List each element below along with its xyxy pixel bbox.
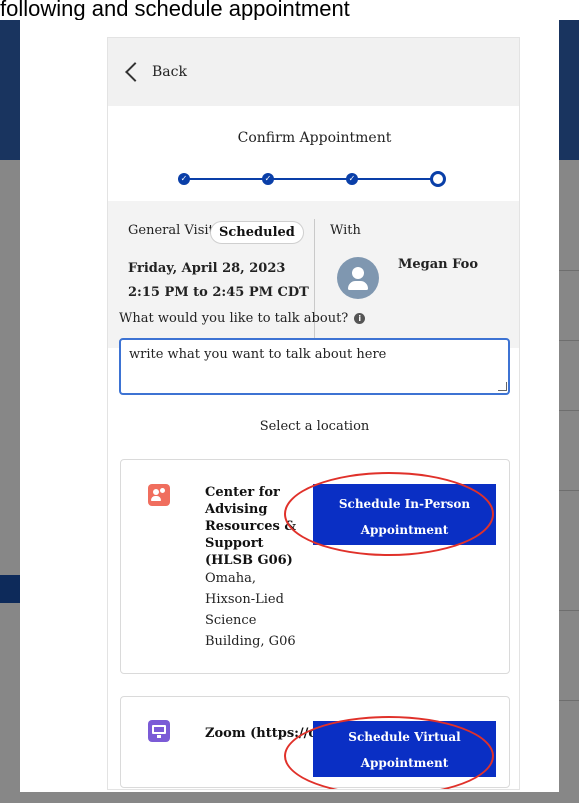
back-button[interactable]: Back bbox=[108, 38, 519, 106]
confirm-appointment-panel: Back Confirm Appointment ✓ ✓ ✓ General V… bbox=[107, 37, 520, 790]
annotation-circle-in-person bbox=[284, 472, 494, 556]
step-complete-check-icon: ✓ bbox=[178, 173, 190, 185]
monitor-icon bbox=[148, 720, 170, 742]
step-connector bbox=[188, 178, 266, 180]
step-complete-check-icon: ✓ bbox=[262, 173, 274, 185]
background-left-bar bbox=[0, 575, 22, 603]
in-person-location-address: Omaha, Hixson-Lied Science Building, G06 bbox=[205, 571, 296, 649]
step-connector bbox=[272, 178, 350, 180]
progress-stepper: ✓ ✓ ✓ bbox=[178, 171, 448, 187]
topic-label-text: What would you like to talk about? bbox=[119, 311, 349, 326]
topic-textarea[interactable] bbox=[119, 338, 510, 395]
visit-type: General Visit bbox=[128, 223, 214, 238]
select-location-heading: Select a location bbox=[259, 419, 370, 434]
background-header-strip: following and schedule appointment bbox=[0, 0, 579, 21]
step-current-indicator bbox=[430, 171, 446, 187]
page-title: Confirm Appointment bbox=[237, 130, 392, 146]
advisor-name: Megan Foo bbox=[398, 257, 479, 272]
background-caption: following and schedule appointment bbox=[0, 0, 350, 21]
step-complete-check-icon: ✓ bbox=[346, 173, 358, 185]
appointment-modal: Back Confirm Appointment ✓ ✓ ✓ General V… bbox=[20, 20, 559, 792]
info-icon[interactable]: i bbox=[354, 313, 366, 324]
topic-label: What would you like to talk about? i bbox=[119, 311, 366, 326]
resize-grip-icon[interactable] bbox=[498, 382, 507, 391]
with-label: With bbox=[330, 223, 361, 238]
back-label: Back bbox=[152, 64, 187, 80]
appointment-time: 2:15 PM to 2:45 PM CDT bbox=[128, 285, 309, 300]
chevron-left-icon bbox=[125, 62, 145, 82]
appointment-date: Friday, April 28, 2023 bbox=[128, 261, 286, 276]
step-connector bbox=[356, 178, 434, 180]
user-avatar-icon bbox=[337, 257, 379, 299]
status-badge: Scheduled bbox=[210, 221, 304, 244]
annotation-circle-virtual bbox=[284, 716, 494, 789]
people-icon bbox=[148, 484, 170, 506]
